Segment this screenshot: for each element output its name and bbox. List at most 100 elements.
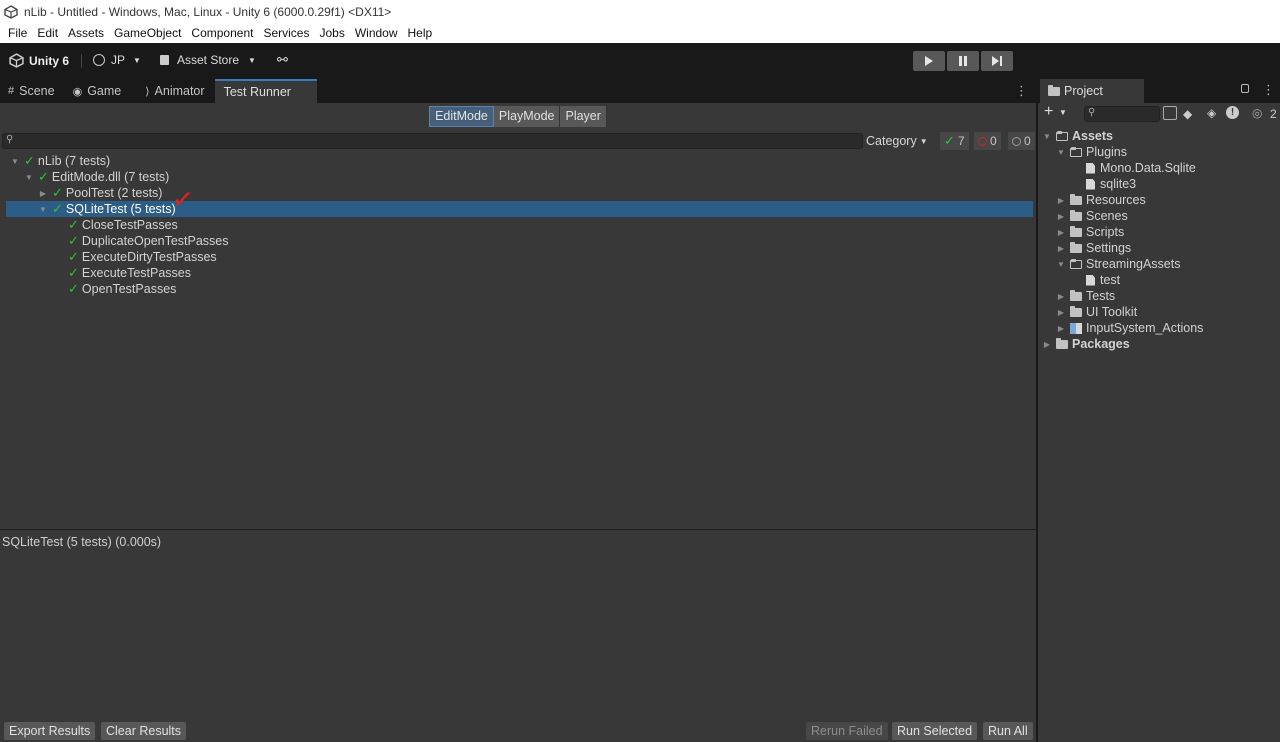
window-title-bar: nLib - Untitled - Windows, Mac, Linux - …	[0, 0, 1280, 23]
menu-component[interactable]: Component	[187, 26, 259, 40]
expand-arrow-icon[interactable]: ▼	[10, 156, 20, 166]
search-by-type-icon[interactable]	[1163, 106, 1177, 120]
menu-assets[interactable]: Assets	[64, 26, 110, 40]
menu-services[interactable]: Services	[259, 26, 315, 40]
chevron-down-icon[interactable]: ▼	[1059, 108, 1067, 117]
mode-player-button[interactable]: Player	[560, 105, 607, 127]
project-item-ui-toolkit[interactable]: ▶ UI Toolkit	[1056, 304, 1137, 320]
collapse-arrow-icon[interactable]: ▶	[1056, 323, 1066, 333]
expand-arrow-icon[interactable]: ▼	[1056, 147, 1066, 157]
tag-icon[interactable]: ◈	[1207, 106, 1216, 120]
account-dropdown[interactable]: JP ▼	[93, 53, 141, 67]
project-search-input[interactable]: ⚲	[1084, 106, 1160, 122]
test-tree: ▼ ✓ nLib (7 tests) ▼ ✓ EditMode.dll (7 tests…	[0, 153, 1036, 523]
tree-row-test[interactable]: ✓ OpenTestPasses	[0, 281, 1036, 297]
test-search-input[interactable]: ⚲	[2, 133, 863, 149]
tree-row-test[interactable]: ✓ CloseTestPasses	[0, 217, 1036, 233]
play-icon	[925, 56, 933, 66]
project-item-tests[interactable]: ▶ Tests	[1056, 288, 1115, 304]
expand-arrow-icon[interactable]: ▼	[1042, 131, 1052, 141]
project-item-assets[interactable]: ▼ Assets	[1042, 128, 1113, 144]
project-item-settings[interactable]: ▶ Settings	[1056, 240, 1131, 256]
project-item-plugins[interactable]: ▼ Plugins	[1056, 144, 1127, 160]
expand-arrow-icon[interactable]: ▼	[1056, 259, 1066, 269]
animator-icon: ⟩	[145, 85, 150, 98]
skipped-filter-toggle[interactable]: 0	[1008, 132, 1035, 150]
project-item-label: test	[1100, 273, 1121, 287]
details-divider[interactable]	[0, 529, 1036, 530]
passed-filter-toggle[interactable]: ✓ 7	[940, 132, 969, 150]
category-label: Category	[866, 134, 917, 148]
pass-check-icon: ✓	[52, 201, 63, 216]
tab-test-runner[interactable]: Test Runner	[214, 79, 317, 103]
menu-file[interactable]: File	[4, 26, 33, 40]
project-item-inputsystem-actions[interactable]: ▶ InputSystem_Actions	[1056, 320, 1204, 336]
menu-edit[interactable]: Edit	[33, 26, 64, 40]
step-button[interactable]	[981, 51, 1013, 71]
unity-account-menu[interactable]: Unity 6	[9, 53, 69, 68]
version-control-icon[interactable]: ⚯	[277, 52, 288, 68]
project-item-scripts[interactable]: ▶ Scripts	[1056, 224, 1124, 240]
collapse-arrow-icon[interactable]: ▶	[1056, 291, 1066, 301]
project-item-scenes[interactable]: ▶ Scenes	[1056, 208, 1128, 224]
run-all-button[interactable]: Run All	[983, 722, 1033, 740]
rerun-failed-button[interactable]: Rerun Failed	[806, 722, 888, 740]
tree-row-editmode-dll[interactable]: ▼ ✓ EditMode.dll (7 tests)	[0, 169, 1036, 185]
project-item-test[interactable]: test	[1086, 272, 1120, 288]
collapse-arrow-icon[interactable]: ▶	[38, 188, 48, 198]
tree-row-test[interactable]: ✓ ExecuteTestPasses	[0, 265, 1036, 281]
project-item-sqlite3[interactable]: sqlite3	[1086, 176, 1136, 192]
menu-jobs[interactable]: Jobs	[315, 26, 350, 40]
tree-row-pooltest[interactable]: ▶ ✓ PoolTest (2 tests)	[0, 185, 1036, 201]
export-results-button[interactable]: Export Results	[4, 722, 96, 740]
add-icon[interactable]: +	[1044, 103, 1053, 121]
collapse-arrow-icon[interactable]: ▶	[1056, 211, 1066, 221]
account-icon	[93, 54, 105, 66]
alert-icon[interactable]: !	[1226, 106, 1239, 119]
project-item-resources[interactable]: ▶ Resources	[1056, 192, 1146, 208]
project-item-packages[interactable]: ▶ Packages	[1042, 336, 1130, 352]
collapse-arrow-icon[interactable]: ▶	[1056, 307, 1066, 317]
tree-row-test[interactable]: ✓ ExecuteDirtyTestPasses	[0, 249, 1036, 265]
collapse-arrow-icon[interactable]: ▶	[1056, 195, 1066, 205]
kebab-menu-icon[interactable]: ⋮	[1015, 83, 1028, 99]
menu-window[interactable]: Window	[351, 26, 404, 40]
failed-filter-toggle[interactable]: 0	[974, 132, 1001, 150]
mode-editmode-button[interactable]: EditMode	[429, 105, 494, 127]
mode-playmode-button[interactable]: PlayMode	[493, 105, 561, 127]
pause-button[interactable]	[947, 51, 979, 71]
folder-open-icon	[1056, 130, 1068, 141]
asset-store-dropdown[interactable]: Asset Store ▼	[160, 53, 256, 67]
tree-row-test[interactable]: ✓ DuplicateOpenTestPasses	[0, 233, 1036, 249]
tab-project[interactable]: Project	[1040, 79, 1144, 103]
eye-icon[interactable]: ◎	[1252, 106, 1262, 120]
expand-arrow-icon[interactable]: ▼	[24, 172, 34, 182]
lock-icon[interactable]	[1241, 84, 1249, 93]
collapse-arrow-icon[interactable]: ▶	[1056, 227, 1066, 237]
menu-gameobject[interactable]: GameObject	[110, 26, 187, 40]
filter-by-label-icon[interactable]: ◆	[1183, 107, 1192, 121]
expand-arrow-icon[interactable]: ▼	[38, 204, 48, 214]
chevron-down-icon: ▼	[248, 55, 256, 65]
collapse-arrow-icon[interactable]: ▶	[1056, 243, 1066, 253]
run-selected-button[interactable]: Run Selected	[892, 722, 978, 740]
pass-check-icon: ✓	[24, 153, 35, 168]
collapse-arrow-icon[interactable]: ▶	[1042, 339, 1052, 349]
passed-count: 7	[957, 134, 965, 148]
project-item-streamingassets[interactable]: ▼ StreamingAssets	[1056, 256, 1180, 272]
clear-results-button[interactable]: Clear Results	[101, 722, 187, 740]
tree-row-label: OpenTestPasses	[81, 282, 177, 296]
kebab-menu-icon[interactable]: ⋮	[1262, 82, 1275, 98]
test-runner-panel: EditMode PlayMode Player ⚲ Category ▼ ✓ 7 …	[0, 103, 1036, 742]
tab-test-runner-label: Test Runner	[223, 85, 291, 99]
category-dropdown[interactable]: Category ▼	[866, 133, 936, 149]
tab-scene[interactable]: # Scene	[0, 79, 65, 103]
tab-game[interactable]: ◉ Game	[65, 79, 132, 103]
tree-row-sqlitetest[interactable]: ▼ ✓ SQLiteTest (5 tests)	[6, 201, 1033, 217]
project-item-mono-data-sqlite[interactable]: Mono.Data.Sqlite	[1086, 160, 1196, 176]
play-button[interactable]	[913, 51, 945, 71]
tab-scene-label: Scene	[19, 84, 55, 98]
tree-row-nlib[interactable]: ▼ ✓ nLib (7 tests)	[0, 153, 1036, 169]
tab-animator[interactable]: ⟩ Animator	[131, 79, 214, 103]
menu-help[interactable]: Help	[404, 26, 439, 40]
